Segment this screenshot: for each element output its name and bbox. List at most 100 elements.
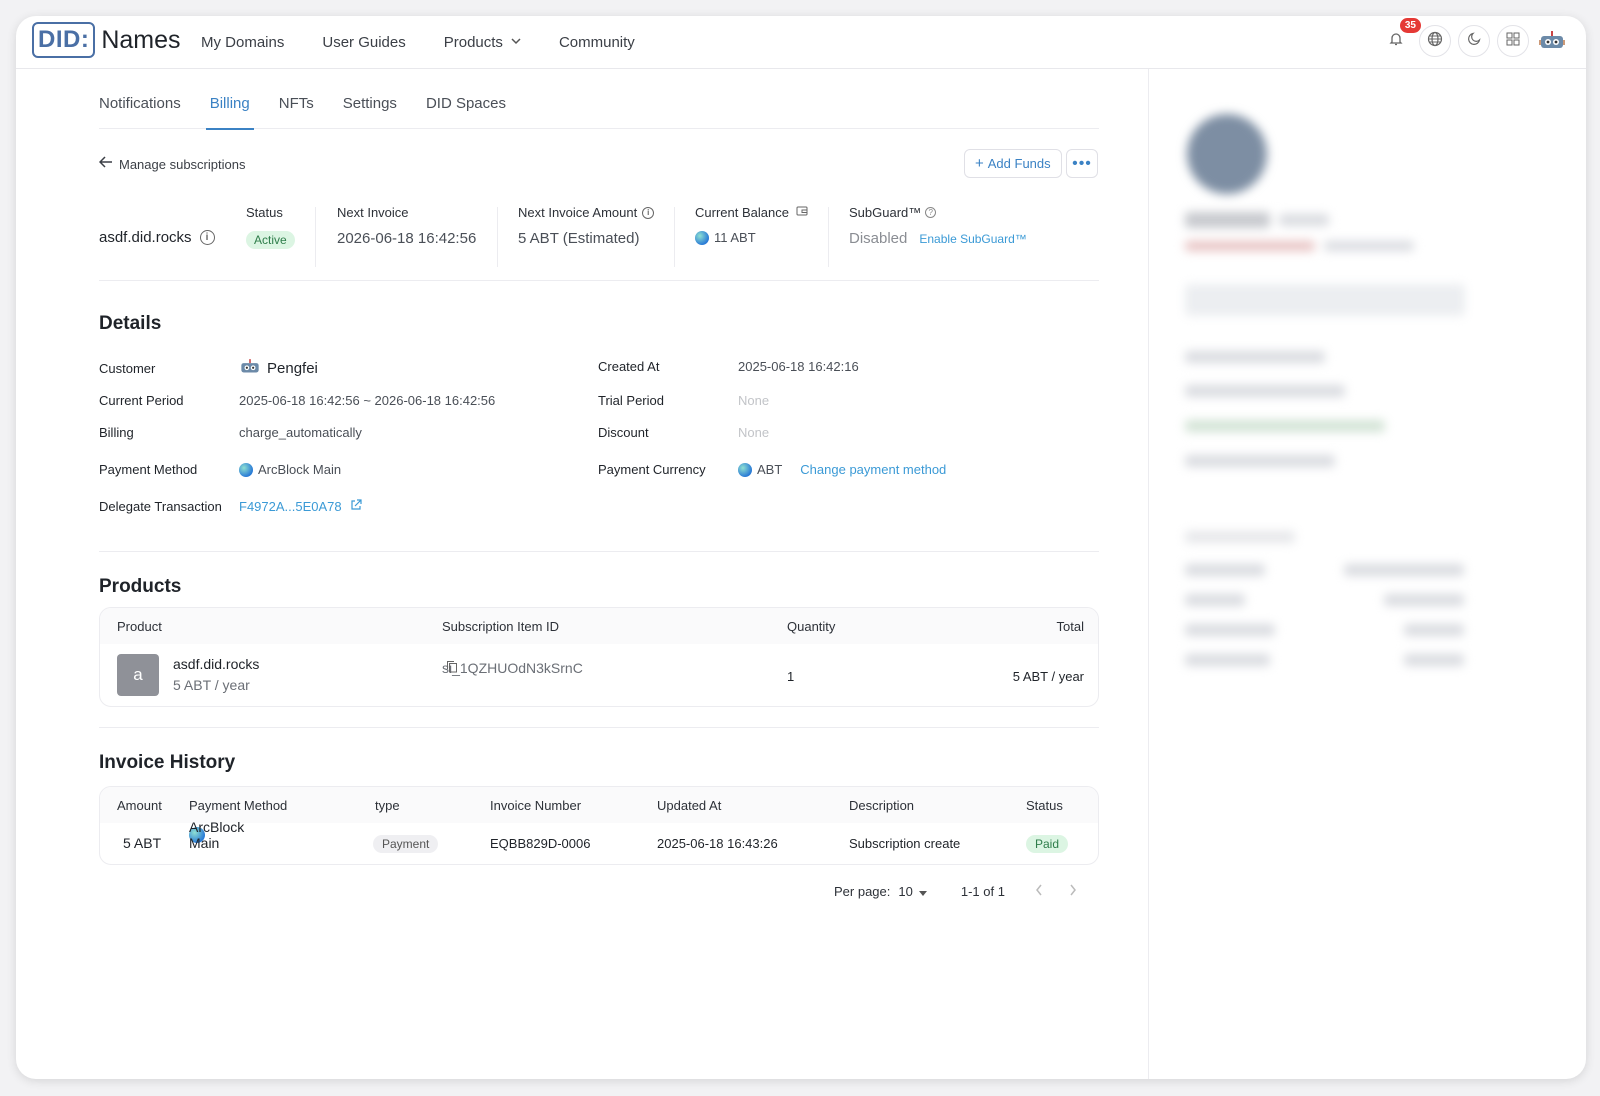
invoice-updated-at: 2025-06-18 16:43:26 bbox=[657, 836, 778, 851]
theme-toggle-button[interactable] bbox=[1458, 25, 1490, 57]
tab-notifications[interactable]: Notifications bbox=[99, 69, 181, 129]
current-period-value: 2025-06-18 16:42:56 ~ 2026-06-18 16:42:5… bbox=[239, 393, 496, 408]
total-value: 5 ABT / year bbox=[1012, 669, 1084, 684]
blurred-line bbox=[1404, 624, 1464, 636]
add-funds-button[interactable]: + Add Funds bbox=[964, 149, 1062, 178]
main-nav: My Domains User Guides Products Communit… bbox=[201, 16, 673, 69]
notifications-button[interactable]: 35 bbox=[1380, 18, 1421, 57]
blurred-line bbox=[1384, 594, 1464, 606]
language-button[interactable] bbox=[1419, 25, 1451, 57]
detail-billing: Billing charge_automatically bbox=[99, 425, 362, 440]
table-row[interactable]: 5 ABT ArcBlock Main Payment EQBB829D-000… bbox=[100, 819, 1098, 864]
enable-subguard-link[interactable]: Enable SubGuard™ bbox=[919, 232, 1026, 246]
globe-icon bbox=[1427, 31, 1443, 51]
column-header-amount: Amount bbox=[117, 798, 162, 813]
column-header-product: Product bbox=[117, 619, 162, 634]
app-window: DID: Names My Domains User Guides Produc… bbox=[16, 16, 1586, 1079]
blurred-line bbox=[1185, 420, 1385, 432]
column-header-type: type bbox=[375, 798, 400, 813]
user-avatar-button[interactable] bbox=[1536, 25, 1568, 57]
tab-nfts[interactable]: NFTs bbox=[279, 69, 314, 129]
subscription-name: asdf.did.rocks i bbox=[99, 229, 215, 246]
arrow-left-icon bbox=[98, 155, 113, 173]
nav-community[interactable]: Community bbox=[559, 34, 635, 51]
logo-did-box: DID: bbox=[32, 22, 96, 58]
more-actions-button[interactable]: ••• bbox=[1066, 149, 1098, 178]
product-name: asdf.did.rocks bbox=[173, 656, 260, 672]
created-at-label: Created At bbox=[598, 359, 660, 374]
subguard-value: Disabled bbox=[849, 230, 908, 247]
divider bbox=[828, 207, 829, 267]
delegate-label: Delegate Transaction bbox=[99, 499, 222, 514]
delegate-transaction-link[interactable]: F4972A...5E0A78 bbox=[239, 499, 342, 514]
apps-button[interactable] bbox=[1497, 25, 1529, 57]
copy-icon[interactable] bbox=[446, 660, 458, 676]
tab-billing[interactable]: Billing bbox=[205, 69, 254, 130]
invoice-number[interactable]: EQBB829D-0006 bbox=[490, 836, 590, 851]
detail-payment-currency: Payment Currency ABT Change payment meth… bbox=[598, 462, 946, 477]
invoice-method: ArcBlock Main bbox=[189, 819, 245, 851]
column-header-invoice-number: Invoice Number bbox=[490, 798, 582, 813]
subscription-summary: asdf.did.rocks i Status Active Next Invo… bbox=[99, 205, 1099, 281]
balance-column: Current Balance 11 ABT bbox=[695, 205, 808, 267]
wallet-icon[interactable] bbox=[796, 205, 808, 220]
subguard-column: SubGuard™ ? Disabled Enable SubGuard™ bbox=[849, 205, 1027, 267]
blurred-button bbox=[1185, 284, 1465, 316]
invoice-status-badge: Paid bbox=[1026, 835, 1069, 853]
info-icon[interactable]: i bbox=[199, 230, 215, 245]
add-funds-label: Add Funds bbox=[987, 156, 1051, 171]
divider bbox=[497, 207, 498, 267]
blurred-line bbox=[1185, 455, 1335, 467]
delegate-value-row: F4972A...5E0A78 bbox=[239, 499, 362, 514]
per-page-value: 10 bbox=[898, 884, 913, 899]
detail-trial-period: Trial Period None bbox=[598, 393, 769, 408]
invoice-amount: 5 ABT bbox=[123, 835, 162, 851]
manage-subscriptions-label: Manage subscriptions bbox=[119, 156, 246, 172]
top-header: DID: Names My Domains User Guides Produc… bbox=[16, 16, 1586, 69]
info-icon[interactable]: i bbox=[642, 206, 655, 219]
moon-icon bbox=[1467, 32, 1481, 50]
blurred-avatar bbox=[1187, 114, 1267, 194]
status-label: Status bbox=[246, 205, 283, 220]
table-row[interactable]: a asdf.did.rocks 5 ABT / year si_1QZHUOd… bbox=[100, 644, 1098, 706]
chevron-right-icon[interactable] bbox=[1069, 884, 1077, 899]
next-invoice-value: 2026-06-18 16:42:56 bbox=[337, 230, 477, 247]
account-tabs: Notifications Billing NFTs Settings DID … bbox=[99, 69, 1099, 130]
next-amount-value: 5 ABT (Estimated) bbox=[518, 230, 640, 247]
blurred-line bbox=[1185, 654, 1270, 666]
chevron-left-icon[interactable] bbox=[1035, 884, 1043, 899]
subguard-label: SubGuard™ bbox=[849, 205, 922, 220]
nav-my-domains[interactable]: My Domains bbox=[201, 34, 284, 51]
invoice-table-header: Amount Payment Method type Invoice Numbe… bbox=[100, 787, 1098, 823]
notification-count-badge: 35 bbox=[1399, 18, 1421, 33]
subguard-value-row: Disabled Enable SubGuard™ bbox=[849, 230, 1027, 247]
status-badge: Active bbox=[246, 231, 295, 249]
customer-name-link[interactable]: Pengfei bbox=[267, 360, 318, 377]
tab-settings[interactable]: Settings bbox=[343, 69, 397, 129]
next-amount-label-row: Next Invoice Amount i bbox=[518, 205, 655, 220]
nav-user-guides[interactable]: User Guides bbox=[322, 34, 405, 51]
status-column: Status Active bbox=[246, 205, 295, 267]
nav-products[interactable]: Products bbox=[444, 34, 521, 51]
column-header-description: Description bbox=[849, 798, 915, 813]
product-price: 5 ABT / year bbox=[173, 677, 250, 693]
logo[interactable]: DID: Names bbox=[32, 22, 181, 58]
detail-current-period: Current Period 2025-06-18 16:42:56 ~ 202… bbox=[99, 393, 495, 408]
manage-subscriptions-link[interactable]: Manage subscriptions bbox=[98, 155, 246, 173]
per-page-select[interactable]: 10 bbox=[898, 884, 927, 899]
column-header-item-id: Subscription Item ID bbox=[442, 619, 560, 634]
payment-currency-label: Payment Currency bbox=[598, 462, 706, 477]
blurred-line bbox=[1185, 351, 1325, 363]
subguard-label-row: SubGuard™ ? bbox=[849, 205, 1027, 220]
tab-did-spaces[interactable]: DID Spaces bbox=[426, 69, 506, 129]
external-link-icon[interactable] bbox=[350, 499, 362, 514]
customer-value-row: Pengfei bbox=[239, 359, 318, 378]
help-icon[interactable]: ? bbox=[925, 207, 937, 218]
divider bbox=[674, 207, 675, 267]
blurred-line bbox=[1185, 624, 1275, 636]
header-actions: 35 bbox=[1373, 18, 1568, 57]
robot-avatar-icon bbox=[1538, 28, 1566, 55]
payment-method-label: Payment Method bbox=[99, 462, 198, 477]
change-payment-method-link[interactable]: Change payment method bbox=[800, 462, 946, 477]
next-amount-label: Next Invoice Amount bbox=[518, 205, 638, 220]
